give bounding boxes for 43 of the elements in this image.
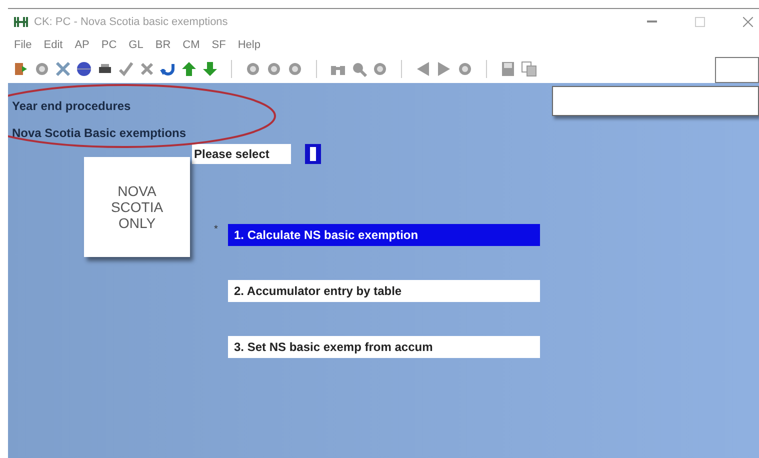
down-arrow-icon[interactable]	[202, 61, 218, 77]
menu-item[interactable]: AP	[74, 39, 90, 51]
circle-icon[interactable]	[245, 61, 261, 77]
close-icon[interactable]	[743, 17, 753, 27]
menu-item[interactable]: PC	[101, 39, 117, 51]
note-text: SCOTIA	[110, 199, 164, 215]
maximize-icon[interactable]	[695, 17, 705, 27]
window-title: CK: PC - Nova Scotia basic exemptions	[34, 16, 228, 28]
circle-icon[interactable]	[372, 61, 388, 77]
screen-subheading: Nova Scotia Basic exemptions	[12, 125, 186, 142]
menu-item[interactable]: CM	[182, 39, 200, 51]
right-triangle-icon[interactable]	[436, 61, 452, 77]
menu-item[interactable]: GL	[128, 39, 144, 51]
circle-icon[interactable]	[287, 61, 303, 77]
up-arrow-icon[interactable]	[181, 61, 197, 77]
menu-item[interactable]: BR	[155, 39, 171, 51]
menu-option[interactable]: 2. Accumulator entry by table	[228, 280, 540, 302]
door-icon[interactable]	[13, 61, 29, 77]
globe-icon[interactable]	[76, 61, 92, 77]
note-text: ONLY	[118, 215, 156, 231]
left-triangle-icon[interactable]	[415, 61, 431, 77]
menu-option[interactable]: 3. Set NS basic exemp from accum	[228, 336, 540, 358]
check-icon[interactable]	[118, 61, 134, 77]
undo-arrow-icon[interactable]	[160, 61, 176, 77]
prompt-label: Please select	[192, 144, 292, 164]
cross-icon[interactable]	[139, 61, 155, 77]
menu-item[interactable]: Edit	[44, 39, 63, 51]
note-text: NOVA	[118, 183, 156, 199]
selection-marker: *	[214, 224, 218, 235]
app-logo-icon	[14, 16, 28, 28]
copy-icon[interactable]	[521, 61, 537, 77]
toolbar-input-field[interactable]	[715, 57, 759, 83]
circle-icon[interactable]	[457, 61, 473, 77]
menu-item[interactable]: Help	[238, 39, 260, 51]
menu-option[interactable]: 1. Calculate NS basic exemption	[228, 224, 540, 246]
selection-input-field[interactable]	[305, 144, 322, 164]
menu-item[interactable]: SF	[212, 39, 226, 51]
circle-icon[interactable]	[34, 61, 50, 77]
search-icon[interactable]	[351, 61, 367, 77]
menu-item[interactable]: File	[14, 39, 32, 51]
circle-icon[interactable]	[266, 61, 282, 77]
screen-heading: Year end procedures	[12, 98, 131, 115]
save-icon[interactable]	[500, 61, 516, 77]
